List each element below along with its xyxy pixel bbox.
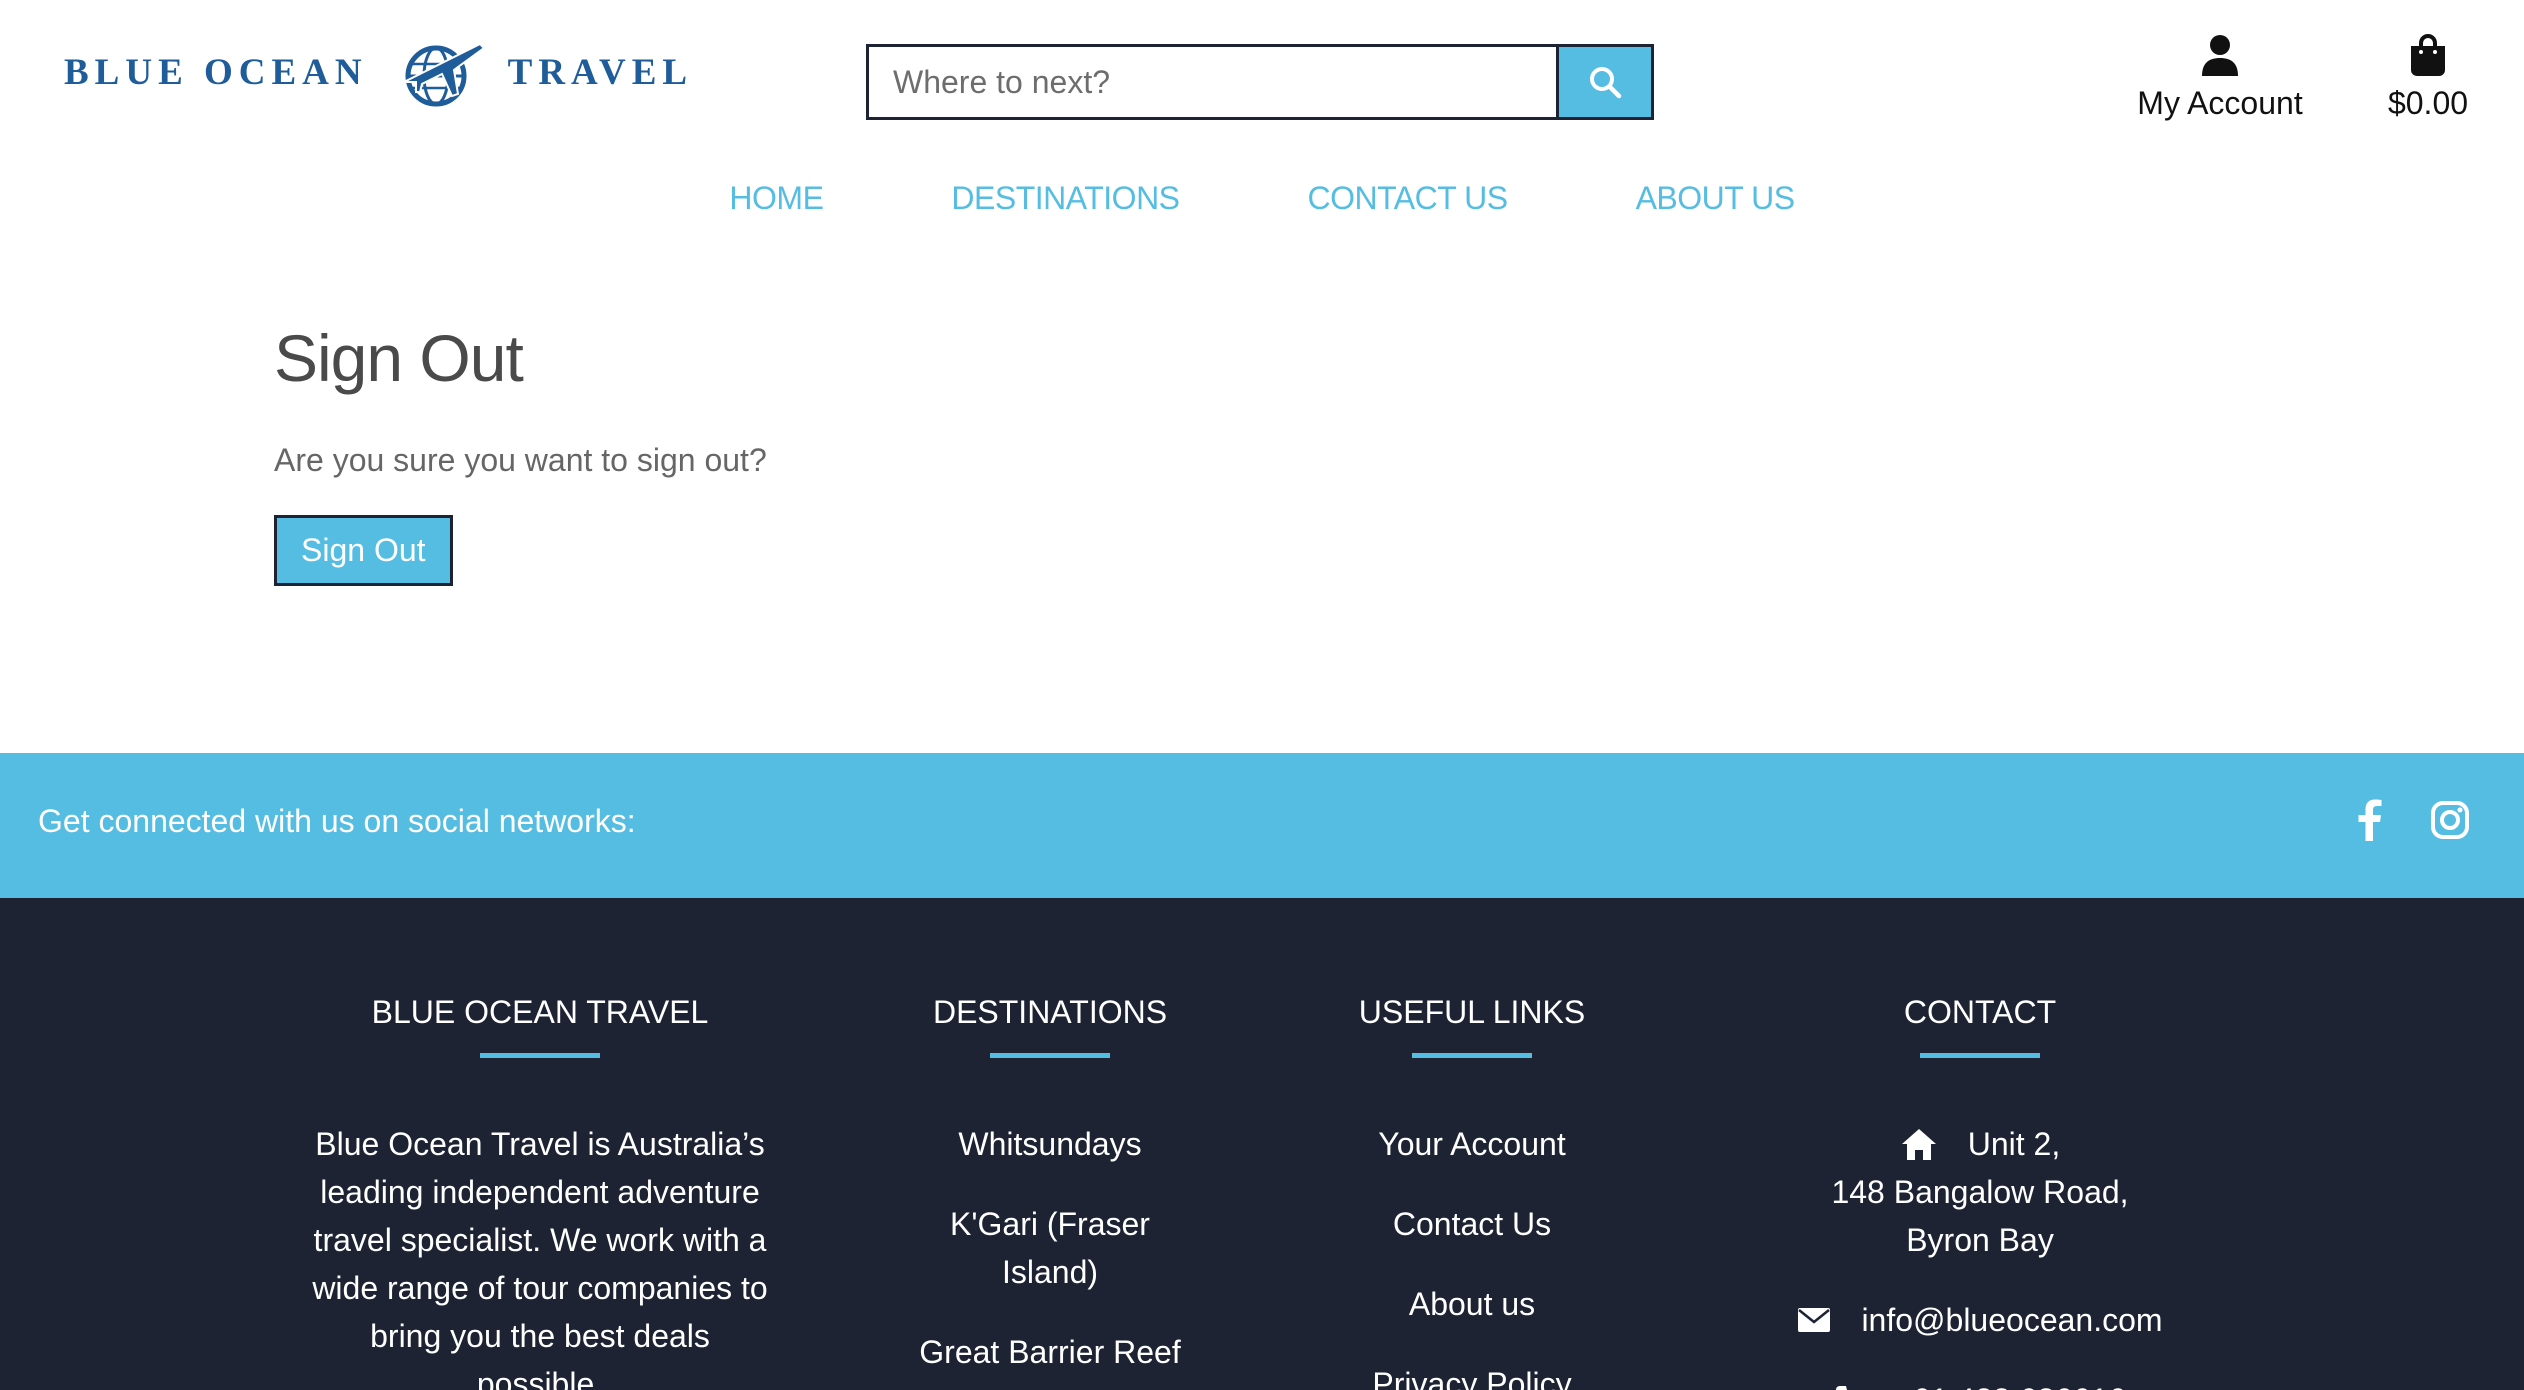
account-label: My Account (2137, 85, 2303, 121)
phone-icon (1835, 1386, 1847, 1390)
social-text: Get connected with us on social networks… (38, 803, 636, 839)
footer-about-text: Blue Ocean Travel is Australia’s leading… (312, 1126, 768, 1390)
site-logo[interactable]: BLUE OCEAN TRAVEL (64, 34, 693, 110)
footer-destinations-heading: DESTINATIONS (932, 994, 1168, 1030)
social-bar: Get connected with us on social networks… (0, 753, 2524, 898)
globe-plane-icon (403, 42, 486, 107)
address-line-1: Unit 2, (1967, 1126, 2061, 1162)
signout-prompt: Are you sure you want to sign out? (274, 442, 767, 478)
contact-email[interactable]: info@blueocean.com (1861, 1296, 2162, 1344)
address-line-3: Byron Bay (1906, 1222, 2054, 1258)
nav-contact-us[interactable]: CONTACT US (1308, 180, 1509, 217)
footer-useful-links-heading: USEFUL LINKS (1358, 994, 1586, 1030)
my-account-link[interactable]: My Account (2120, 34, 2320, 122)
footer-about-heading: BLUE OCEAN TRAVEL (371, 994, 709, 1030)
footer-useful-link[interactable]: Your Account (1312, 1120, 1632, 1168)
footer-about-column: BLUE OCEAN TRAVEL Blue Ocean Travel is A… (305, 994, 775, 1390)
footer-destinations-column: DESTINATIONS Whitsundays K'Gari (Fraser … (890, 994, 1210, 1390)
site-header: BLUE OCEAN TRAVEL My Account (0, 0, 2524, 216)
sign-out-button[interactable]: Sign Out (274, 515, 453, 586)
heading-underline (990, 1053, 1110, 1058)
heading-underline (1412, 1053, 1532, 1058)
facebook-icon (2358, 799, 2382, 841)
social-icons (2354, 799, 2470, 846)
search-bar (866, 44, 1654, 120)
address-row: Unit 2, (1740, 1120, 2220, 1168)
nav-destinations[interactable]: DESTINATIONS (951, 180, 1180, 217)
search-button[interactable] (1556, 44, 1654, 120)
user-icon (2202, 35, 2238, 76)
search-input[interactable] (866, 44, 1556, 120)
contact-phone[interactable]: +61 422 686616 (1894, 1376, 2126, 1390)
nav-home[interactable]: HOME (729, 180, 824, 217)
cart-link[interactable]: $0.00 (2368, 34, 2488, 122)
footer-destination-link[interactable]: K'Gari (Fraser Island) (940, 1200, 1160, 1296)
address-line-2: 148 Bangalow Road, (1831, 1174, 2129, 1210)
logo-text-left: BLUE OCEAN (64, 51, 368, 93)
site-footer: BLUE OCEAN TRAVEL Blue Ocean Travel is A… (0, 898, 2524, 1390)
footer-useful-link[interactable]: About us (1312, 1280, 1632, 1328)
heading-underline (1920, 1053, 2040, 1058)
footer-useful-link[interactable]: Privacy Policy (1312, 1360, 1632, 1390)
email-row: info@blueocean.com (1740, 1296, 2220, 1344)
footer-useful-links-column: USEFUL LINKS Your Account Contact Us Abo… (1312, 994, 1632, 1390)
footer-useful-link[interactable]: Contact Us (1312, 1200, 1632, 1248)
home-icon (1901, 1129, 1936, 1160)
phone-row: +61 422 686616 (1740, 1376, 2220, 1390)
cart-total: $0.00 (2387, 85, 2469, 121)
instagram-link[interactable] (2430, 799, 2470, 846)
main-nav: HOME DESTINATIONS CONTACT US ABOUT US (0, 180, 2524, 217)
footer-destination-link[interactable]: Whitsundays (890, 1120, 1210, 1168)
signout-section: Sign Out Are you sure you want to sign o… (274, 320, 767, 586)
logo-text-right: TRAVEL (507, 51, 694, 93)
envelope-icon (1798, 1308, 1831, 1332)
facebook-link[interactable] (2354, 799, 2384, 846)
footer-contact-column: CONTACT Unit 2, 148 Bangalow Road, Byron… (1740, 994, 2220, 1390)
nav-about-us[interactable]: ABOUT US (1636, 180, 1796, 217)
search-icon (1590, 67, 1622, 99)
instagram-icon (2431, 801, 2469, 839)
footer-destination-link[interactable]: Great Barrier Reef (890, 1328, 1210, 1376)
shopping-bag-icon (2411, 34, 2445, 76)
footer-contact-heading: CONTACT (1903, 994, 2057, 1030)
page-title: Sign Out (274, 321, 524, 395)
heading-underline (480, 1053, 600, 1058)
